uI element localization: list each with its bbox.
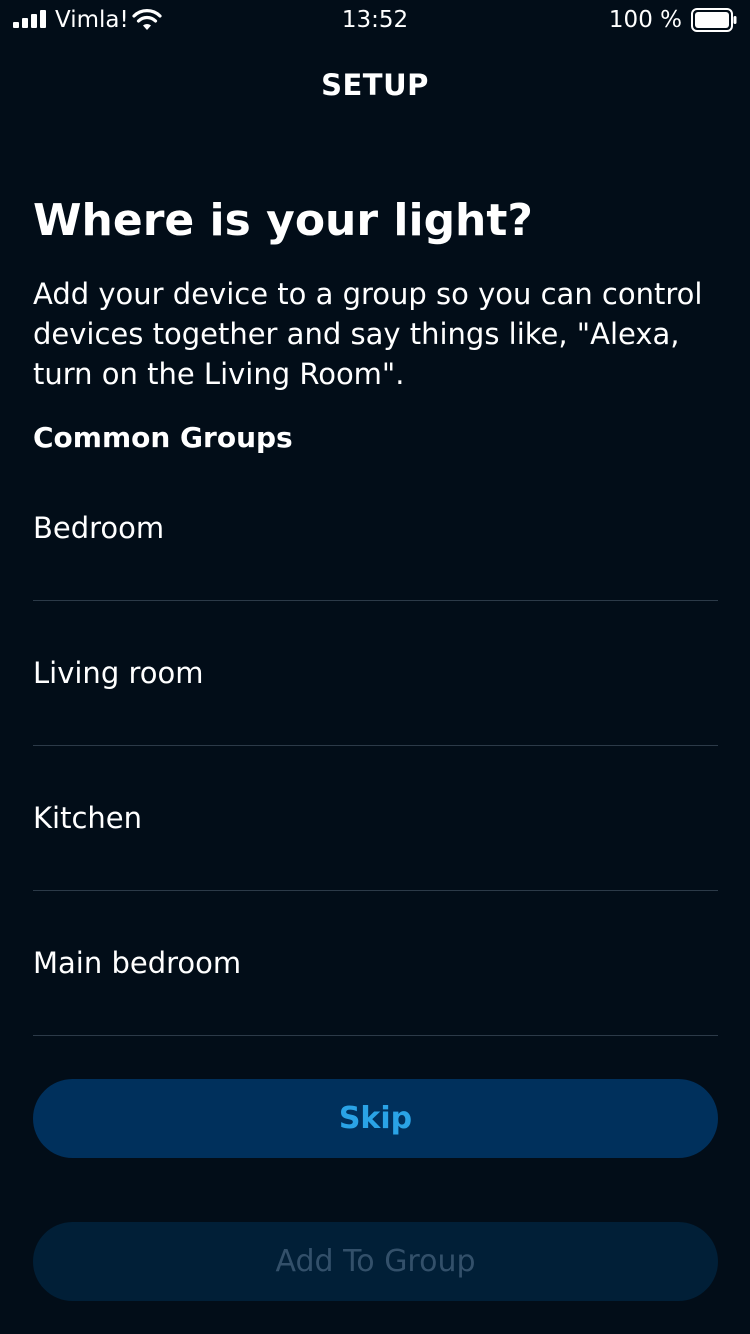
- group-item-main-bedroom[interactable]: Main bedroom: [33, 891, 718, 1036]
- common-groups-label: Common Groups: [33, 421, 293, 454]
- group-item-label: Bedroom: [33, 511, 165, 545]
- description-text: Add your device to a group so you can co…: [33, 277, 703, 391]
- group-item-living-room[interactable]: Living room: [33, 601, 718, 746]
- group-item-kitchen[interactable]: Kitchen: [33, 746, 718, 891]
- battery-percent: 100 %: [608, 7, 682, 33]
- group-item-label: Living room: [33, 656, 204, 690]
- add-to-group-button[interactable]: Add To Group: [33, 1222, 718, 1301]
- page-title: SETUP: [321, 68, 429, 102]
- skip-button[interactable]: Skip: [33, 1079, 718, 1158]
- status-bar: Vimla! 13:52 100 %: [0, 0, 750, 40]
- group-item-label: Main bedroom: [33, 946, 242, 980]
- group-item-label: Kitchen: [33, 801, 142, 835]
- group-item-bedroom[interactable]: Bedroom: [33, 456, 718, 601]
- question-heading: Where is your light?: [33, 195, 533, 246]
- group-list: Bedroom Living room Kitchen Main bedroom: [33, 456, 718, 1036]
- battery-icon: [691, 8, 737, 32]
